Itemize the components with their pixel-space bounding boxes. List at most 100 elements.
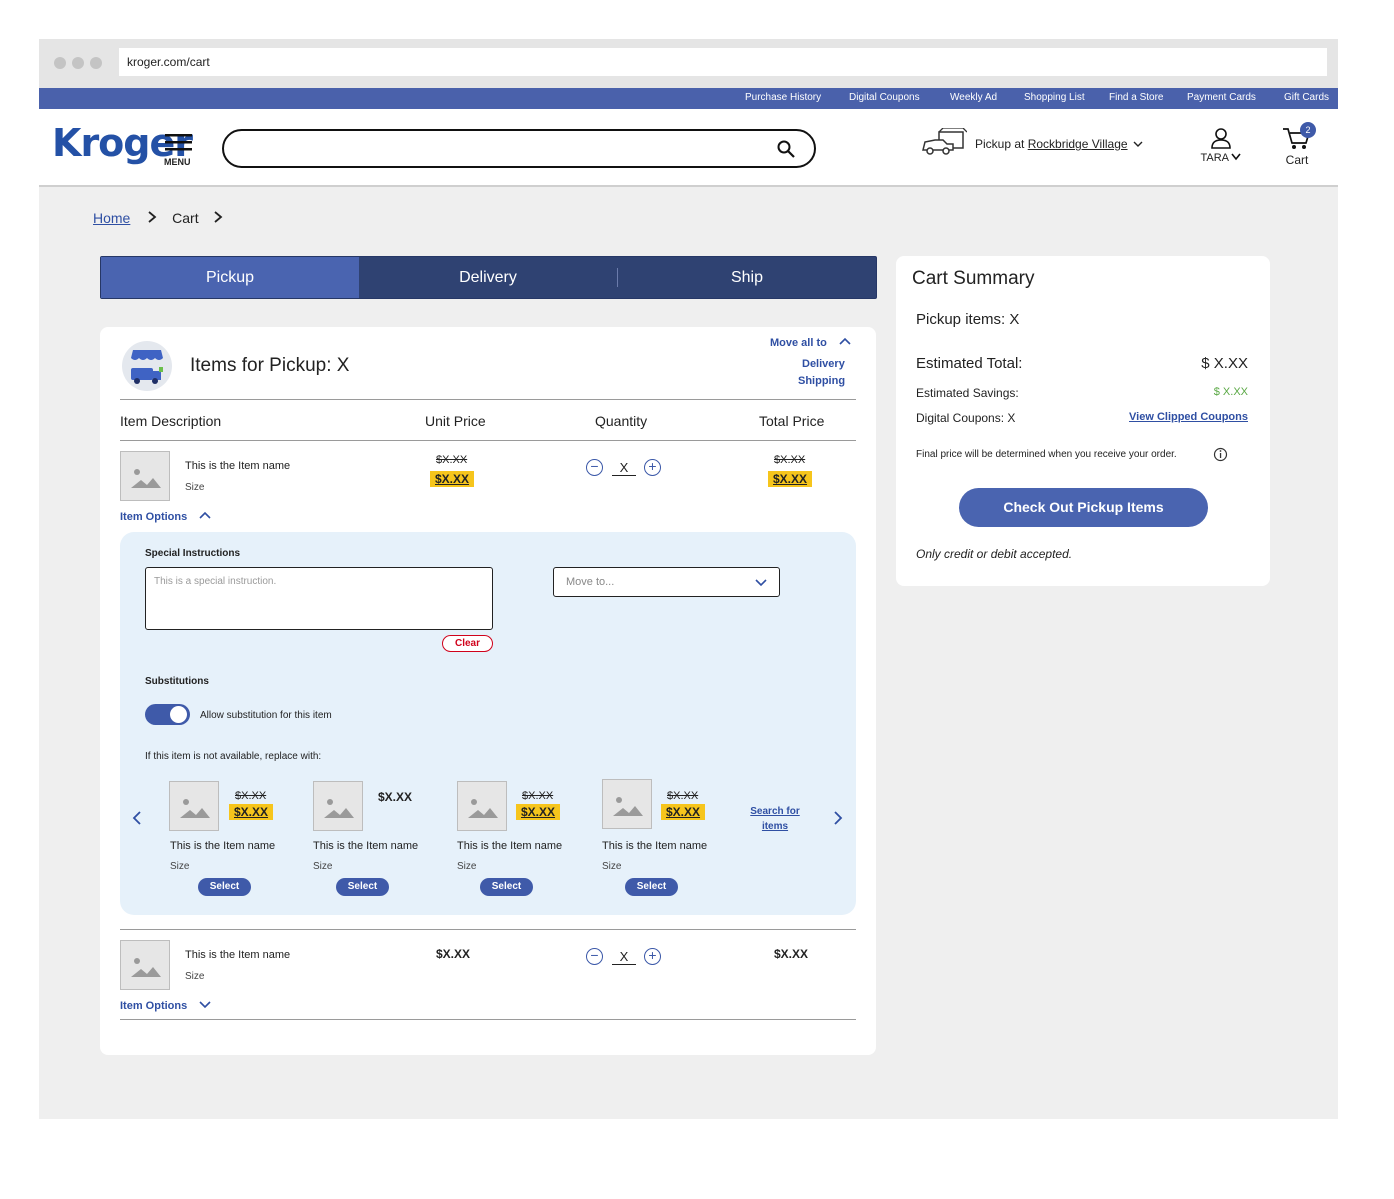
cart-button[interactable]: 2 Cart — [1279, 122, 1316, 167]
item-name[interactable]: This is the Item name — [185, 460, 290, 472]
breadcrumb-home[interactable]: Home — [93, 210, 130, 226]
search-icon[interactable] — [777, 140, 795, 158]
clear-button[interactable]: Clear — [442, 635, 493, 652]
carousel-prev-button[interactable] — [132, 811, 142, 825]
substitute-select-button[interactable]: Select — [336, 878, 389, 896]
carousel-next-button[interactable] — [833, 811, 843, 825]
tab-ship[interactable]: Ship — [618, 257, 876, 298]
special-instructions-textarea[interactable]: This is a special instruction. — [145, 567, 493, 630]
digital-coupons-label: Digital Coupons: X — [916, 411, 1016, 425]
view-clipped-coupons-link[interactable]: View Clipped Coupons — [1116, 411, 1248, 423]
image-placeholder-icon — [131, 958, 161, 977]
item-options-label: Item Options — [120, 1000, 188, 1012]
nav-link-weekly-ad[interactable]: Weekly Ad — [950, 92, 997, 103]
move-to-select[interactable]: Move to... — [553, 567, 780, 597]
move-to-placeholder: Move to... — [566, 576, 615, 588]
divider — [120, 399, 856, 400]
column-unit-price: Unit Price — [425, 413, 486, 429]
item-options-toggle[interactable]: Item Options — [120, 1000, 211, 1012]
item-name[interactable]: This is the Item name — [185, 949, 290, 961]
checkout-pickup-button[interactable]: Check Out Pickup Items — [959, 488, 1208, 527]
nav-link-shopping-list[interactable]: Shopping List — [1024, 92, 1085, 103]
pickup-store-icon — [122, 341, 172, 391]
image-placeholder-icon — [131, 469, 161, 488]
image-placeholder-icon — [180, 799, 210, 818]
user-name: TARA — [1200, 152, 1229, 164]
account-menu[interactable]: TARA — [1198, 127, 1244, 164]
substitute-image[interactable] — [602, 779, 652, 829]
substitute-price-sale: $X.XX — [661, 804, 706, 820]
search-for-items-link[interactable]: Search for items — [740, 804, 810, 834]
hamburger-icon — [165, 134, 192, 151]
substitute-size: Size — [313, 861, 333, 872]
pickup-truck-icon — [922, 128, 967, 155]
substitute-name[interactable]: This is the Item name — [170, 840, 275, 852]
quantity-increase-button[interactable]: + — [644, 459, 661, 476]
pickup-items-count: Pickup items: X — [916, 311, 1020, 328]
nav-link-digital-coupons[interactable]: Digital Coupons — [849, 92, 920, 103]
item-image[interactable] — [120, 451, 170, 501]
replace-with-label: If this item is not available, replace w… — [145, 751, 322, 762]
allow-substitution-toggle[interactable] — [145, 704, 190, 725]
substitute-size: Size — [602, 861, 622, 872]
window-dot-maximize[interactable] — [90, 57, 102, 69]
nav-link-purchase-history[interactable]: Purchase History — [745, 92, 821, 103]
move-all-delivery[interactable]: Delivery — [802, 358, 845, 370]
user-icon — [1211, 128, 1231, 149]
unit-price: $X.XX — [436, 947, 471, 961]
quantity-decrease-button[interactable]: − — [586, 948, 603, 965]
item-image[interactable] — [120, 940, 170, 990]
quantity-increase-button[interactable]: + — [644, 948, 661, 965]
items-for-pickup-title: Items for Pickup: X — [190, 355, 350, 376]
substitutions-label: Substitutions — [145, 676, 209, 687]
search-input[interactable] — [222, 129, 816, 168]
quantity-decrease-button[interactable]: − — [586, 459, 603, 476]
divider — [120, 440, 856, 441]
final-price-note: Final price will be determined when you … — [916, 449, 1177, 460]
quantity-input[interactable]: X — [612, 460, 636, 476]
nav-link-find-a-store[interactable]: Find a Store — [1109, 92, 1163, 103]
move-all-shipping[interactable]: Shipping — [798, 375, 845, 387]
nav-link-payment-cards[interactable]: Payment Cards — [1187, 92, 1256, 103]
window-dot-minimize[interactable] — [72, 57, 84, 69]
site-header: Kroger MENU Pickup at Rockbridge Village… — [39, 109, 1338, 187]
quantity-input[interactable]: X — [612, 949, 636, 965]
substitute-name[interactable]: This is the Item name — [602, 840, 707, 852]
image-placeholder-icon — [324, 799, 354, 818]
move-all-label: Move all to — [770, 337, 827, 349]
unit-price-sale: $X.XX — [430, 471, 475, 487]
total-price: $X.XX — [774, 947, 809, 961]
substitute-name[interactable]: This is the Item name — [313, 840, 418, 852]
chevron-down-icon — [755, 579, 767, 587]
store-selector[interactable]: Pickup at Rockbridge Village — [975, 137, 1143, 151]
substitute-select-button[interactable]: Select — [625, 878, 678, 896]
breadcrumb-cart: Cart — [172, 210, 199, 226]
menu-button[interactable]: MENU — [164, 133, 194, 167]
chevron-down-icon — [1231, 153, 1242, 161]
info-icon[interactable] — [1213, 447, 1228, 462]
url-bar[interactable]: kroger.com/cart — [119, 48, 1327, 76]
items-card: Items for Pickup: X Move all to Delivery… — [100, 327, 876, 1055]
nav-link-gift-cards[interactable]: Gift Cards — [1284, 92, 1329, 103]
allow-substitution-label: Allow substitution for this item — [200, 710, 332, 721]
special-instructions-label: Special Instructions — [145, 548, 241, 559]
substitute-image[interactable] — [313, 781, 363, 831]
column-item-description: Item Description — [120, 413, 222, 429]
substitute-image[interactable] — [169, 781, 219, 831]
substitute-name[interactable]: This is the Item name — [457, 840, 562, 852]
chevron-down-icon — [1133, 141, 1143, 147]
store-name[interactable]: Rockbridge Village — [1028, 137, 1128, 151]
item-options-toggle[interactable]: Item Options — [120, 511, 211, 523]
tab-delivery[interactable]: Delivery — [359, 257, 617, 298]
tab-pickup[interactable]: Pickup — [101, 257, 359, 298]
substitute-price-sale: $X.XX — [516, 804, 561, 820]
substitute-select-button[interactable]: Select — [198, 878, 251, 896]
substitute-select-button[interactable]: Select — [480, 878, 533, 896]
item-options-label: Item Options — [120, 511, 188, 523]
item-size: Size — [185, 971, 205, 982]
window-dot-close[interactable] — [54, 57, 66, 69]
move-all-toggle[interactable]: Move all to — [770, 337, 851, 349]
column-quantity: Quantity — [595, 413, 648, 429]
substitute-image[interactable] — [457, 781, 507, 831]
total-price-old: $X.XX — [774, 454, 806, 466]
